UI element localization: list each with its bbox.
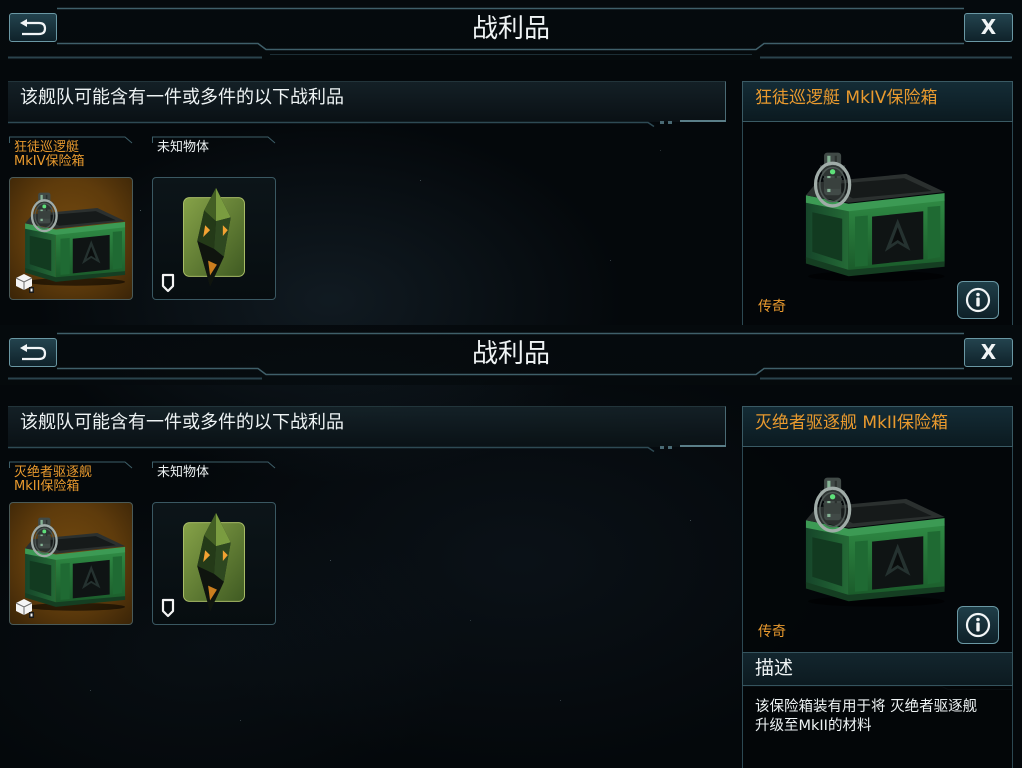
item-card[interactable]: [9, 177, 133, 300]
close-button[interactable]: X: [964, 13, 1013, 42]
back-arrow-icon: [20, 18, 47, 35]
loot-item-chest: 狂徒巡逻艇 MkIV保险箱: [9, 136, 133, 300]
rarity-label: 传奇: [758, 624, 786, 640]
back-button[interactable]: [9, 13, 57, 42]
chest-image: [791, 146, 951, 285]
loot-panel-1: 战利品 X 该舰队可能含有一件或多件的以下战利品 狂徒巡逻艇 MkIV保险箱 未…: [0, 0, 1022, 330]
shield-icon: [161, 273, 175, 293]
detail-body: 传奇: [742, 447, 1013, 652]
back-button[interactable]: [9, 338, 57, 367]
description-body: 该保险箱装有用于将 灭绝者驱逐舰 升级至MkII的材料: [742, 686, 1013, 768]
item-card[interactable]: [152, 502, 276, 625]
loot-item-chest: 灭绝者驱逐舰 MkII保险箱: [9, 461, 133, 625]
cube-icon: [15, 599, 34, 618]
info-icon: [965, 612, 991, 638]
item-label-line: 未知物体: [157, 140, 210, 155]
item-label: 狂徒巡逻艇 MkIV保险箱: [14, 141, 132, 169]
info-icon: [965, 287, 991, 313]
item-card[interactable]: [9, 502, 133, 625]
description-line: 升级至MkII的材料: [755, 718, 872, 734]
cube-icon: [15, 274, 34, 293]
item-label-line: MkII保险箱: [14, 479, 80, 494]
rarity-label: 传奇: [758, 299, 786, 315]
back-arrow-icon: [20, 343, 47, 360]
loot-title-decoration: [8, 120, 726, 128]
detail-title: 灭绝者驱逐舰 MkII保险箱: [742, 406, 1013, 447]
loot-panel-2: 战利品 X 该舰队可能含有一件或多件的以下战利品 灭绝者驱逐舰 MkII保险箱: [0, 325, 1022, 768]
loot-list-title: 该舰队可能含有一件或多件的以下战利品: [8, 406, 726, 447]
description-line: 该保险箱装有用于将 灭绝者驱逐舰: [755, 699, 978, 715]
loot-list-title: 该舰队可能含有一件或多件的以下战利品: [8, 81, 726, 122]
loot-title-decoration: [8, 445, 726, 453]
detail-title: 狂徒巡逻艇 MkIV保险箱: [742, 81, 1013, 122]
item-label-line: 狂徒巡逻艇: [14, 140, 80, 155]
info-button[interactable]: [957, 606, 999, 644]
description-header: 描述: [742, 652, 1013, 686]
loot-item-unknown: 未知物体: [152, 136, 276, 300]
close-button[interactable]: X: [964, 338, 1013, 367]
info-button[interactable]: [957, 281, 999, 319]
chest-image: [791, 471, 951, 610]
shield-icon: [161, 598, 175, 618]
item-label-line: 灭绝者驱逐舰: [14, 465, 93, 480]
item-label: 灭绝者驱逐舰 MkII保险箱: [14, 466, 132, 494]
item-card[interactable]: [152, 177, 276, 300]
page-title: 战利品: [471, 339, 550, 369]
detail-body: 传奇: [742, 122, 1013, 327]
item-label-line: MkIV保险箱: [14, 154, 85, 169]
item-label: 未知物体: [157, 141, 275, 155]
item-label: 未知物体: [157, 466, 275, 480]
loot-item-unknown: 未知物体: [152, 461, 276, 625]
game-screen: 战利品 X 该舰队可能含有一件或多件的以下战利品 狂徒巡逻艇 MkIV保险箱 未…: [0, 0, 1022, 768]
item-label-line: 未知物体: [157, 465, 210, 480]
page-title: 战利品: [471, 14, 550, 44]
